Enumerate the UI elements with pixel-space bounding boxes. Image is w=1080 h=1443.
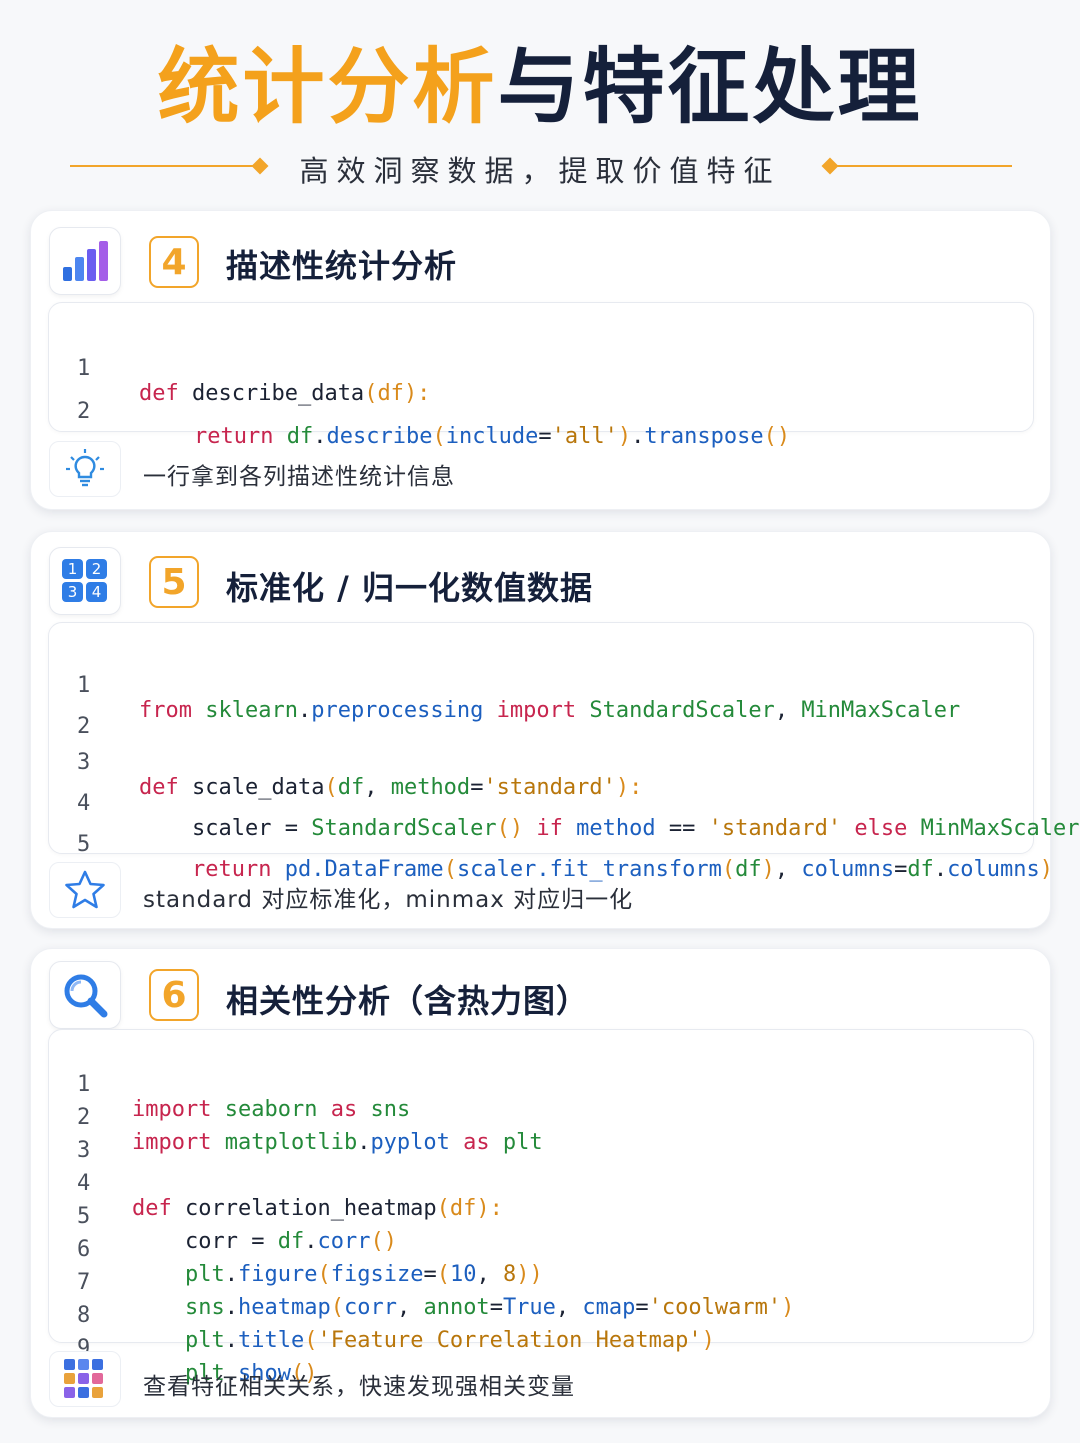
section-title: 描述性统计分析 [226, 247, 458, 285]
section-title: 标准化 / 归一化数值数据 [226, 569, 593, 607]
section-number-badge: 6 [149, 969, 199, 1021]
title-part-2: 与特征处理 [497, 40, 923, 135]
line-number: 2 [77, 399, 91, 424]
code-block: 1 import seaborn as sns 2 import matplot… [48, 1029, 1034, 1386]
line-number: 5 [77, 832, 91, 857]
title-part-1: 统计分析 [157, 40, 498, 135]
section-number-badge: 4 [149, 236, 199, 288]
section-note: standard 对应标准化，minmax 对应归一化 [143, 887, 634, 913]
grid-digit-1: 1 [68, 560, 78, 578]
section-card-4: 4 描述性统计分析 1 def describe_data(df): 2 ret… [30, 210, 1051, 510]
subtitle-divider-right [832, 165, 1012, 167]
section-card-6: 6 相关性分析（含热力图） 1 import seaborn as sns 2 … [30, 948, 1051, 1418]
star-icon [49, 862, 121, 918]
lightbulb-icon [49, 441, 121, 497]
magnifier-icon [49, 961, 121, 1029]
section-number-badge: 5 [149, 556, 199, 608]
subtitle: 高效洞察数据，提取价值特征 [299, 154, 781, 188]
grid-digit-4: 4 [92, 583, 102, 601]
heatmap-grid-icon [49, 1351, 121, 1407]
code-block: 1 from sklearn.preprocessing import Stan… [48, 622, 1080, 882]
grid-digit-2: 2 [92, 560, 102, 578]
bar-chart-icon [49, 227, 121, 295]
section-card-5: 1 2 3 4 5 标准化 / 归一化数值数据 1 from sklearn.p… [30, 531, 1080, 929]
number-grid-icon: 1 2 3 4 [49, 547, 121, 615]
subtitle-row: 高效洞察数据，提取价值特征 [0, 142, 1080, 192]
page-title: 统计分析与特征处理 [0, 38, 1080, 138]
section-note: 一行拿到各列描述性统计信息 [143, 464, 455, 490]
section-note: 查看特征相关关系，快速发现强相关变量 [143, 1374, 575, 1400]
grid-digit-3: 3 [68, 583, 78, 601]
section-title: 相关性分析（含热力图） [226, 982, 590, 1020]
code-block: 1 def describe_data(df): 2 return df.des… [48, 302, 1034, 449]
